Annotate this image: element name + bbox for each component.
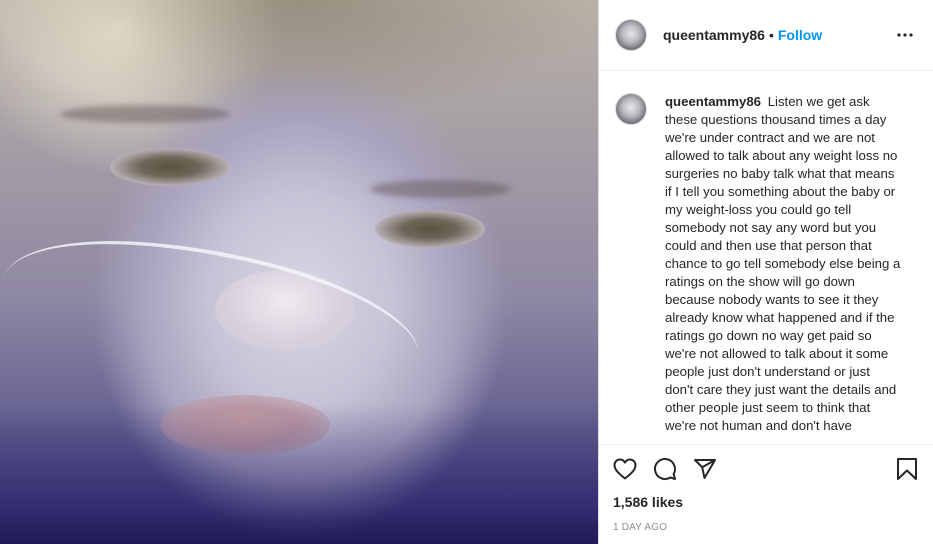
- more-options-icon[interactable]: [893, 23, 917, 47]
- paper-plane-icon[interactable]: [693, 457, 717, 481]
- instagram-post: queentammy86 • Follow queentammy86 Liste…: [0, 0, 933, 544]
- caption: queentammy86 Listen we get ask these que…: [665, 93, 901, 444]
- caption-text: Listen we get ask these questions thousa…: [665, 94, 901, 433]
- caption-area: queentammy86 Listen we get ask these que…: [599, 71, 933, 444]
- heart-icon[interactable]: [613, 457, 637, 481]
- photo-left-eye: [110, 148, 230, 186]
- action-icons: [613, 453, 919, 485]
- comment-icon[interactable]: [653, 457, 677, 481]
- caption-username[interactable]: queentammy86: [665, 94, 761, 109]
- author-avatar[interactable]: [615, 19, 647, 51]
- bookmark-icon[interactable]: [895, 457, 919, 481]
- post-header: queentammy86 • Follow: [599, 0, 933, 71]
- header-separator: •: [768, 27, 774, 43]
- likes-count[interactable]: 1,586 likes: [613, 494, 919, 510]
- post-photo[interactable]: [0, 0, 598, 544]
- author-username[interactable]: queentammy86: [663, 27, 765, 43]
- photo-right-eye: [375, 210, 485, 248]
- photo-left-brow: [60, 105, 230, 123]
- follow-button[interactable]: Follow: [778, 27, 822, 43]
- photo-bottom-shade: [0, 404, 598, 544]
- post-actions: 1,586 likes 1 DAY AGO: [599, 444, 933, 544]
- post-timestamp[interactable]: 1 DAY AGO: [613, 522, 919, 533]
- photo-right-brow: [370, 180, 510, 198]
- caption-avatar[interactable]: [615, 93, 647, 125]
- post-sidebar: queentammy86 • Follow queentammy86 Liste…: [598, 0, 933, 544]
